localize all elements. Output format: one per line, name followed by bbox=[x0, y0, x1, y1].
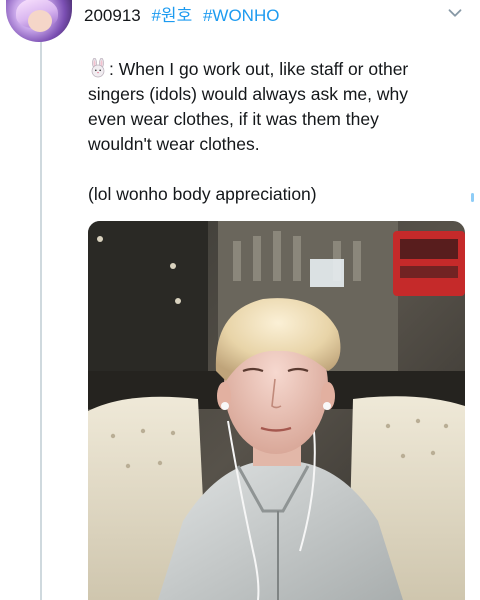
tweet-date: 200913 bbox=[84, 6, 141, 25]
hashtag-wonho-korean[interactable]: #원호 bbox=[151, 6, 192, 25]
tweet-header: 200913 #원호 #WONHO bbox=[84, 4, 279, 28]
video-still-image bbox=[88, 221, 465, 600]
avatar[interactable] bbox=[6, 0, 72, 42]
tweet-text: : When I go work out, like staff or othe… bbox=[88, 57, 468, 207]
thread-line bbox=[40, 40, 42, 600]
tweet-line-3: even wear clothes, if it was them they bbox=[88, 109, 379, 129]
tweet-line-1: : When I go work out, like staff or othe… bbox=[88, 57, 468, 82]
tweet-line-2: singers (idols) would always ask me, why bbox=[88, 84, 408, 104]
tweet-media-photo[interactable] bbox=[88, 221, 465, 600]
avatar-face bbox=[28, 10, 52, 32]
scrollbar[interactable] bbox=[471, 193, 474, 202]
tweet-line-4: wouldn't wear clothes. bbox=[88, 134, 260, 154]
chevron-down-icon[interactable] bbox=[444, 2, 466, 24]
tweet-card: 200913 #원호 #WONHO : When I go work out, … bbox=[0, 0, 480, 600]
rabbit-emoji bbox=[91, 58, 105, 78]
tweet-line-1-text: : When I go work out, like staff or othe… bbox=[109, 59, 409, 79]
tweet-note: (lol wonho body appreciation) bbox=[88, 184, 317, 204]
hashtag-wonho[interactable]: #WONHO bbox=[203, 6, 280, 25]
